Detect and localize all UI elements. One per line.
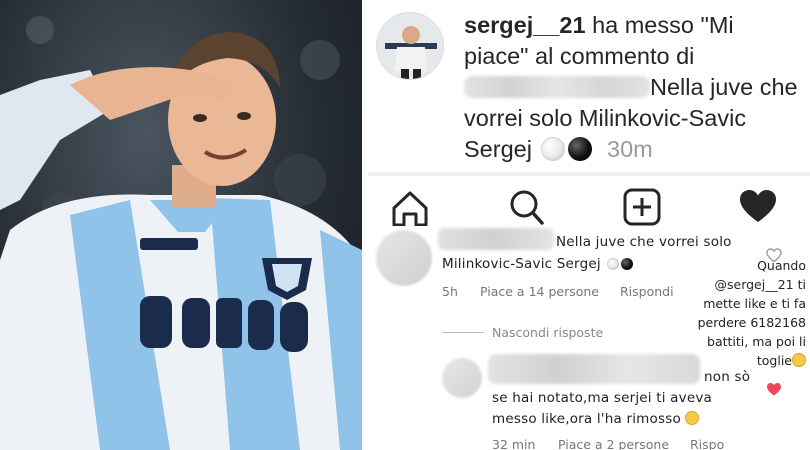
reply-text-line3-wrap: messo like,ora l'ha rimosso — [492, 411, 700, 427]
comment-text-line2: Milinkovic-Savic Sergej — [442, 256, 634, 272]
notification-time: 30m — [607, 136, 653, 162]
black-circle-emoji — [568, 137, 593, 161]
reply-likes[interactable]: Piace a 2 persone — [558, 437, 669, 450]
white-circle-emoji — [607, 258, 620, 270]
annotation-line-mention: @sergej__21 ti — [676, 275, 807, 294]
reply-text-line3: messo like,ora l'ha rimosso — [492, 411, 681, 427]
annotation-line1: Quando — [757, 258, 806, 273]
comment-likes[interactable]: Piace a 14 persone — [480, 284, 599, 299]
comment-text-line1: Nella juve che vorrei solo — [556, 234, 732, 250]
reply-reply-button[interactable]: Rispo — [690, 437, 724, 450]
blurred-reply-name — [488, 354, 700, 384]
like-notification[interactable]: sergej__21 ha messo "Mi piace" al commen… — [368, 0, 810, 172]
reply-time: 32 min — [492, 437, 536, 450]
annotation-line6: toglie — [756, 353, 792, 368]
commenter-avatar[interactable] — [376, 230, 432, 286]
notification-text: sergej__21 ha messo "Mi piace" al commen… — [464, 10, 804, 165]
reply-avatar[interactable] — [442, 358, 482, 398]
notification-username[interactable]: sergej__21 — [464, 12, 586, 38]
comment-time: 5h — [442, 284, 458, 299]
player-illustration — [0, 16, 362, 450]
comment-text-line2-label: Milinkovic-Savic Sergej — [442, 256, 601, 272]
heart-filled-icon[interactable] — [738, 188, 780, 226]
hide-replies-button[interactable]: Nascondi risposte — [492, 325, 603, 340]
annotation-line3: mette like e ti fa — [703, 296, 806, 311]
blurred-username — [464, 76, 650, 98]
like-filled-icon[interactable] — [766, 382, 782, 397]
home-icon[interactable] — [390, 188, 432, 226]
annotation-mention: @sergej__21 — [714, 277, 794, 292]
grin-emoji — [792, 353, 806, 367]
comments-section: Nella juve che vorrei solo Milinkovic-Sa… — [368, 226, 810, 450]
annotation-line4: perdere 6182168 — [697, 315, 806, 330]
add-post-icon[interactable] — [622, 188, 664, 226]
reply-text-line1: non sò — [704, 369, 751, 385]
avatar-image — [377, 13, 443, 79]
reply-text-line2: se hai notato,ma serjei ti aveva — [492, 390, 712, 406]
white-circle-emoji — [541, 137, 566, 161]
hide-replies-line — [442, 332, 484, 333]
tab-bar — [368, 176, 810, 226]
black-circle-emoji — [621, 258, 634, 270]
reply-button[interactable]: Rispondi — [620, 284, 674, 299]
handwritten-annotation: Quando @sergej__21 ti mette like e ti fa… — [676, 256, 806, 370]
search-icon[interactable] — [506, 188, 548, 226]
blurred-commenter-name — [438, 228, 554, 250]
player-photo — [0, 0, 362, 450]
annotation-line5: battiti, ma poi li — [707, 334, 806, 349]
wink-emoji — [685, 411, 700, 425]
annotation-line2: ti — [797, 277, 806, 292]
user-avatar[interactable] — [376, 12, 444, 80]
